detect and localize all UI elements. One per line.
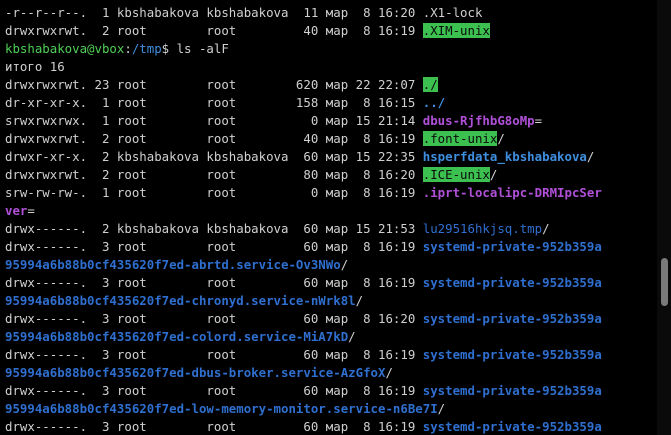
terminal-text-segment: drwx------. 3 root root 60 мар 8 16:19 (5, 239, 423, 254)
terminal-text-segment: drwx------. 2 kbshabakova kbshabakova 60… (5, 221, 423, 236)
terminal-line: 95994a6b88b0cf435620f7ed-colord.service-… (5, 328, 602, 346)
scrollbar[interactable] (657, 0, 671, 435)
scrollbar-thumb[interactable] (661, 258, 668, 306)
terminal-text-segment: systemd-private-952b359a (422, 239, 602, 254)
terminal-line: drwxrwxrwt. 2 root root 40 мар 8 16:19 .… (5, 130, 602, 148)
terminal-text-segment: lu29516hkjsq.tmp (422, 221, 543, 236)
terminal-text-segment: / (385, 365, 393, 380)
terminal-text-segment: $ ls -alF (161, 41, 229, 56)
terminal-line: 95994a6b88b0cf435620f7ed-chronyd.service… (5, 292, 602, 310)
terminal-text-segment: /tmp (131, 41, 162, 56)
terminal-line: drwx------. 3 root root 60 мар 8 16:20 s… (5, 310, 602, 328)
terminal-output[interactable]: -r--r--r--. 1 kbshabakova kbshabakova 11… (5, 4, 602, 435)
terminal-text-segment: / (497, 131, 505, 146)
terminal-text-segment: drwxr-xr-x. 2 kbshabakova kbshabakova 60… (5, 149, 423, 164)
terminal-text-segment: dbus-RjfhbG8oMp (422, 113, 535, 128)
terminal-line: 95994a6b88b0cf435620f7ed-low-memory-moni… (5, 400, 602, 418)
terminal-text-segment: drwx------. 3 root root 60 мар 8 16:19 (5, 347, 423, 362)
terminal-text-segment: 95994a6b88b0cf435620f7ed-dbus-broker.ser… (5, 365, 386, 380)
terminal-text-segment: drwx------. 3 root root 60 мар 8 16:20 (5, 311, 423, 326)
terminal-text-segment: .iprt-localipc-DRMIpcSer (422, 185, 602, 200)
terminal-text-segment: srw-rw-rw-. 1 root root 0 мар 8 16:19 (5, 185, 423, 200)
terminal-text-segment: systemd-private-952b359a (422, 383, 602, 398)
terminal-window[interactable]: -r--r--r--. 1 kbshabakova kbshabakova 11… (0, 0, 671, 435)
terminal-line: drwx------. 2 kbshabakova kbshabakova 60… (5, 220, 602, 238)
terminal-text-segment: / (348, 329, 356, 344)
terminal-text-segment: drwxrwxrwt. 23 root root 620 мар 22 22:0… (5, 77, 423, 92)
terminal-line: drwx------. 3 root root 60 мар 8 16:19 s… (5, 274, 602, 292)
terminal-text-segment: srwxrwxrwx. 1 root root 0 мар 15 21:14 (5, 113, 423, 128)
terminal-line: dr-xr-xr-x. 1 root root 158 мар 8 16:15 … (5, 94, 602, 112)
terminal-text-segment: systemd-private-952b359a (422, 311, 602, 326)
terminal-text-segment: kbshabakova@vbox (5, 41, 125, 56)
terminal-line: drwx------. 3 root root 60 мар 8 16:19 s… (5, 418, 602, 435)
terminal-text-segment: ./ (422, 77, 438, 92)
terminal-text-segment: ../ (422, 95, 446, 110)
terminal-text-segment: 95994a6b88b0cf435620f7ed-colord.service-… (5, 329, 349, 344)
terminal-text-segment: drwx------. 3 root root 60 мар 8 16:19 (5, 275, 423, 290)
terminal-text-segment: / (542, 221, 550, 236)
terminal-line: drwx------. 3 root root 60 мар 8 16:19 s… (5, 382, 602, 400)
terminal-text-segment: итого 16 (5, 59, 65, 74)
terminal-text-segment: drwxrwxrwt. 2 root root 40 мар 8 16:19 (5, 131, 423, 146)
terminal-text-segment: systemd-private-952b359a (422, 275, 602, 290)
terminal-text-segment: drwx------. 3 root root 60 мар 8 16:19 (5, 419, 423, 434)
terminal-text-segment: / (437, 401, 446, 416)
terminal-text-segment: / (355, 293, 364, 308)
terminal-text-segment: hsperfdata_kbshabakova (422, 149, 587, 164)
terminal-line: итого 16 (5, 58, 602, 76)
terminal-text-segment: dr-xr-xr-x. 1 root root 158 мар 8 16:15 (5, 95, 423, 110)
terminal-text-segment: 95994a6b88b0cf435620f7ed-chronyd.service… (5, 293, 356, 308)
terminal-text-segment: drwxrwxrwt. 2 root root 40 мар 8 16:19 (5, 23, 423, 38)
terminal-line: -r--r--r--. 1 kbshabakova kbshabakova 11… (5, 4, 602, 22)
terminal-line: srw-rw-rw-. 1 root root 0 мар 8 16:19 .i… (5, 184, 602, 202)
terminal-text-segment: .ICE-unix (422, 167, 490, 182)
terminal-line: kbshabakova@vbox:/tmp$ ls -alF (5, 40, 602, 58)
terminal-text-segment: 95994a6b88b0cf435620f7ed-low-memory-moni… (5, 401, 438, 416)
terminal-text-segment: ver (5, 203, 28, 218)
terminal-line: drwx------. 3 root root 60 мар 8 16:19 s… (5, 238, 602, 256)
terminal-text-segment: drwx------. 3 root root 60 мар 8 16:19 (5, 383, 423, 398)
terminal-text-segment: 95994a6b88b0cf435620f7ed-abrtd.service-O… (5, 257, 341, 272)
terminal-line: drwxrwxrwt. 2 root root 40 мар 8 16:19 .… (5, 22, 602, 40)
terminal-line: drwx------. 3 root root 60 мар 8 16:19 s… (5, 346, 602, 364)
terminal-line: 95994a6b88b0cf435620f7ed-abrtd.service-O… (5, 256, 602, 274)
terminal-line: srwxrwxrwx. 1 root root 0 мар 15 21:14 d… (5, 112, 602, 130)
terminal-text-segment: / (489, 167, 498, 182)
terminal-text-segment: -r--r--r--. 1 kbshabakova kbshabakova 11… (5, 5, 423, 20)
terminal-text-segment: .font-unix (422, 131, 498, 146)
terminal-line: ver= (5, 202, 602, 220)
terminal-text-segment: / (586, 149, 595, 164)
terminal-text-segment: = (27, 203, 35, 218)
terminal-text-segment: .XIM-unix (422, 23, 490, 38)
terminal-line: drwxrwxrwt. 23 root root 620 мар 22 22:0… (5, 76, 602, 94)
terminal-line: drwxrwxrwt. 2 root root 80 мар 8 16:20 .… (5, 166, 602, 184)
terminal-text-segment: systemd-private-952b359a (422, 347, 602, 362)
terminal-line: drwxr-xr-x. 2 kbshabakova kbshabakova 60… (5, 148, 602, 166)
terminal-text-segment: = (534, 113, 543, 128)
terminal-text-segment: / (340, 257, 349, 272)
terminal-line: 95994a6b88b0cf435620f7ed-dbus-broker.ser… (5, 364, 602, 382)
terminal-text-segment: systemd-private-952b359a (422, 419, 602, 434)
terminal-text-segment: .X1-lock (422, 5, 483, 20)
terminal-text-segment: drwxrwxrwt. 2 root root 80 мар 8 16:20 (5, 167, 423, 182)
terminal-text-segment: : (124, 41, 132, 56)
